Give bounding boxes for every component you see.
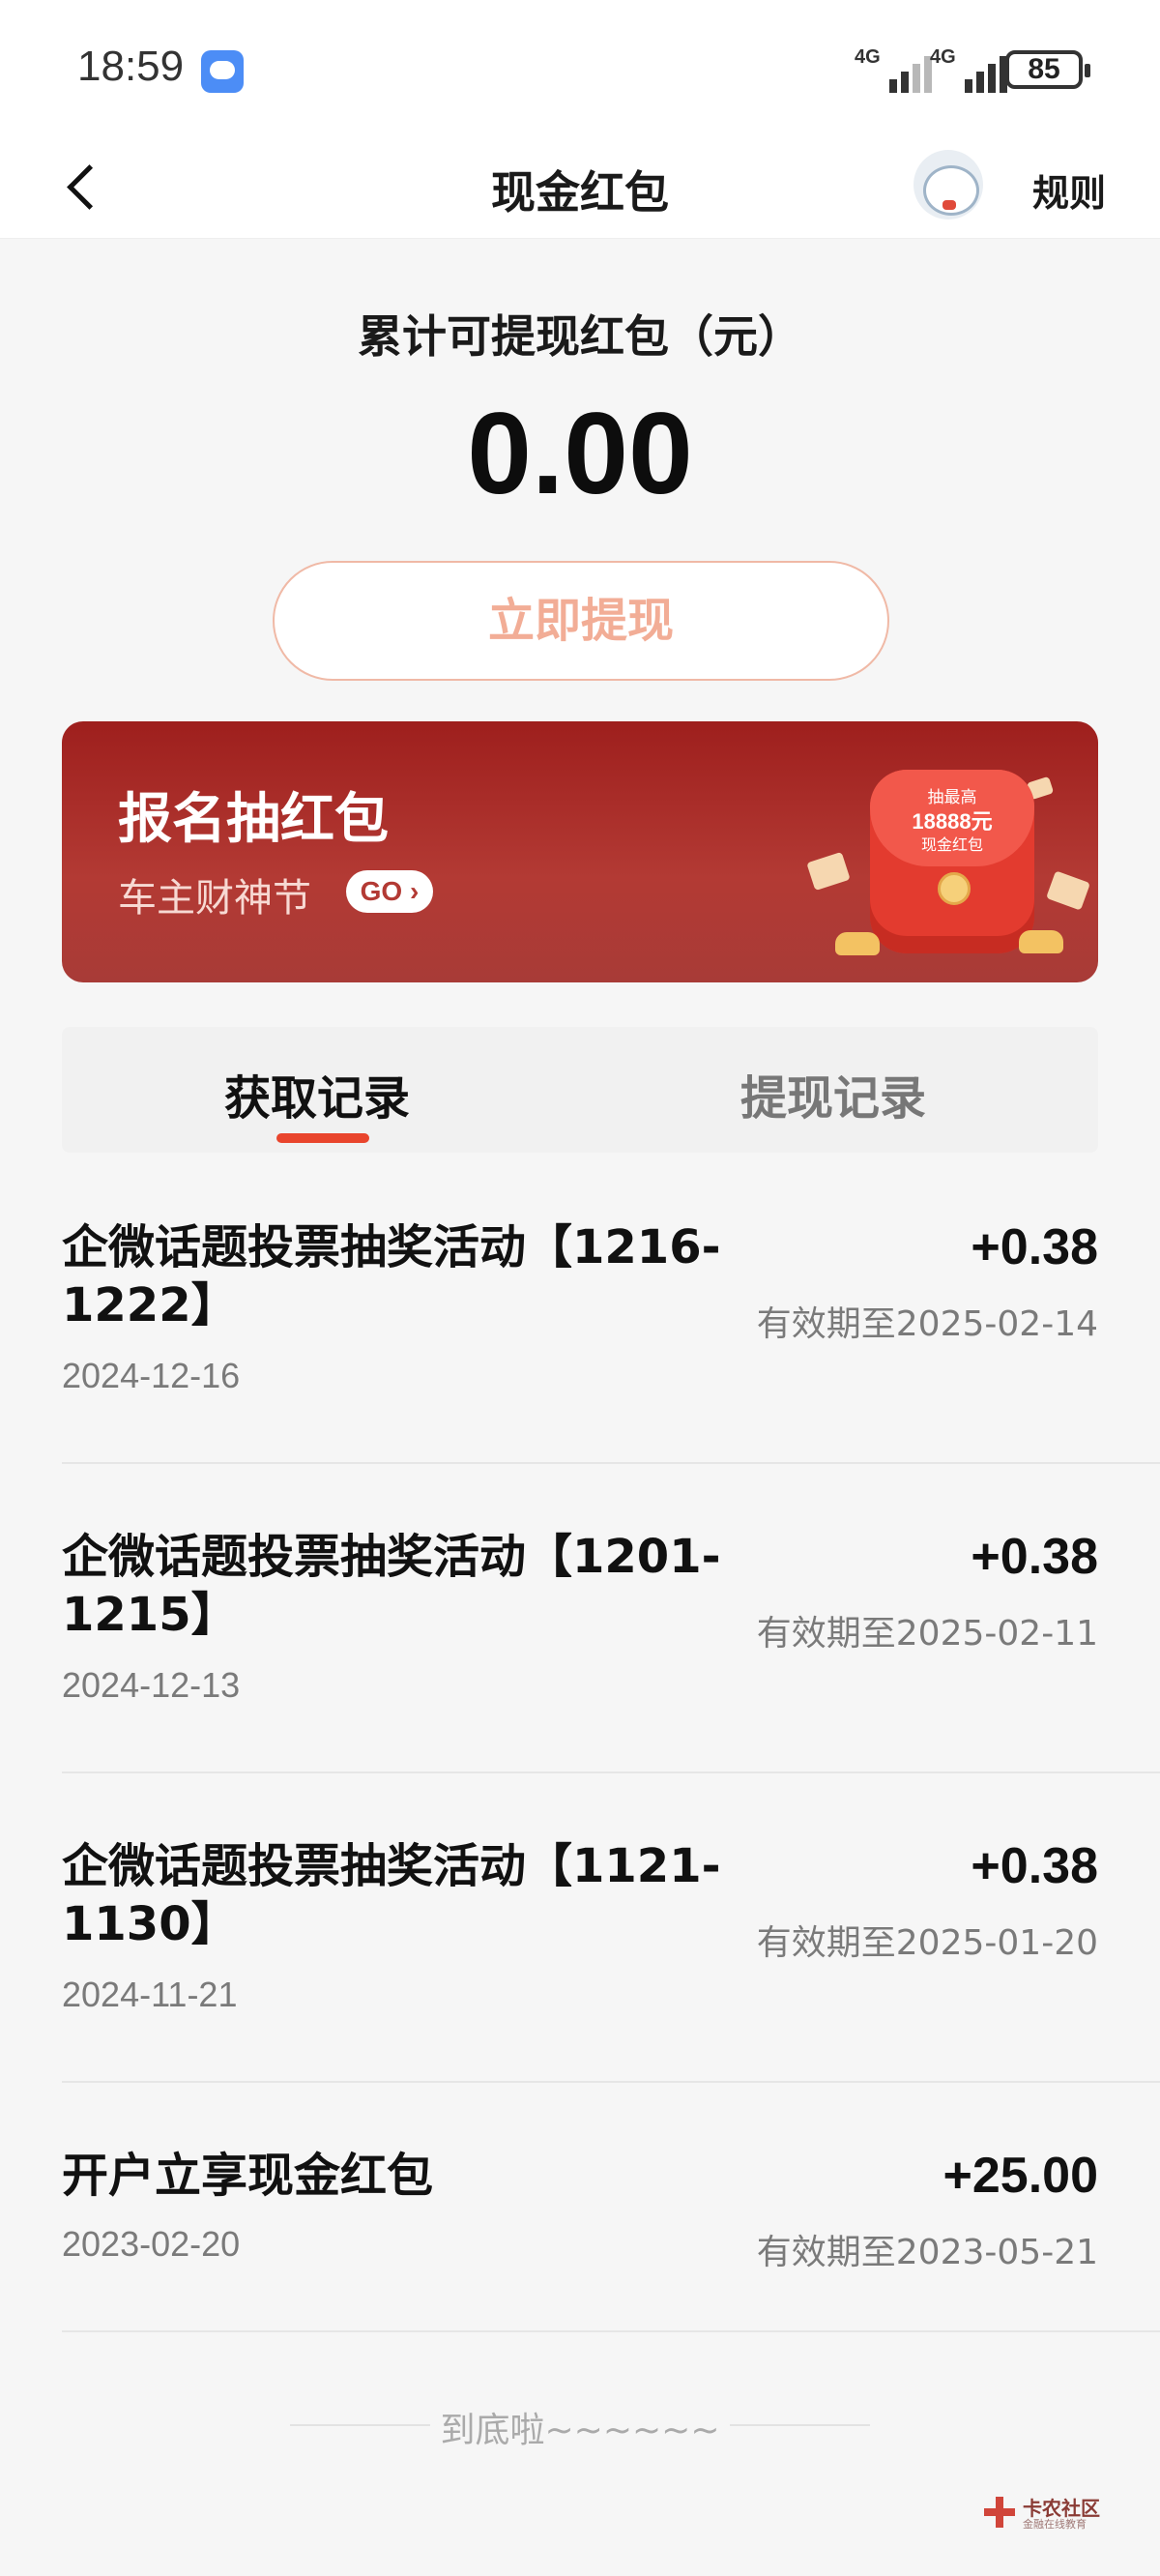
message-app-icon [201,50,244,93]
rules-link[interactable]: 规则 [1032,163,1106,217]
gold-ingot-icon [1019,930,1063,953]
nav-bar: 现金红包 规则 [0,140,1160,239]
envelope-decoration-icon [1046,870,1090,911]
envelope-text: 现金红包 [920,837,983,854]
withdrawable-label: 累计可提现红包（元） [358,310,802,363]
signal-icon: 4G [930,46,1007,93]
record-amount: +25.00 [942,2148,1099,2204]
record-title: 开户立享现金红包 [62,2149,434,2203]
go-button[interactable]: GO › [346,870,433,913]
signal-icon: 4G [855,46,932,93]
record-date: 2023-02-20 [62,2224,241,2264]
end-divider-right [730,2424,870,2426]
page-title: 现金红包 [491,166,669,219]
list-item[interactable]: 企微话题投票抽奖活动【1216-1222】 2024-12-16 +0.38 有… [62,1218,1160,1464]
signal-label: 4G [930,46,956,68]
record-date: 2024-12-13 [62,1665,241,1705]
record-amount: +0.38 [971,1838,1098,1894]
mascot-icon[interactable] [914,150,983,220]
list-item[interactable]: 企微话题投票抽奖活动【1201-1215】 2024-12-13 +0.38 有… [62,1528,1160,1773]
red-envelope-icon: 抽最高 18888元 现金红包 [870,770,1034,953]
record-expiry: 有效期至2025-01-20 [756,1923,1098,1963]
withdraw-now-button[interactable]: 立即提现 [273,561,889,681]
banner-subtitle: 车主财神节 [118,876,311,921]
record-title: 企微话题投票抽奖活动【1201-1215】 [62,1530,721,1642]
list-item[interactable]: 开户立享现金红包 2023-02-20 +25.00 有效期至2023-05-2… [62,2147,1160,2332]
record-title: 企微话题投票抽奖活动【1121-1130】 [62,1839,721,1951]
battery-indicator: 85 [1005,50,1090,89]
watermark: 卡农社区 金融在线教育 [984,2491,1110,2531]
tab-earned-records[interactable]: 获取记录 [224,1060,410,1127]
list-item[interactable]: 企微话题投票抽奖活动【1121-1130】 2024-11-21 +0.38 有… [62,1837,1160,2083]
end-of-list-text: 到底啦~~~~~~ [440,2411,720,2450]
record-expiry: 有效期至2023-05-21 [756,2233,1098,2272]
status-bar: 18:59 4G 4G 85 [0,0,1160,140]
withdrawable-amount: 0.00 [467,389,693,518]
banner-title: 报名抽红包 [118,788,389,851]
record-date: 2024-11-21 [62,1975,238,2014]
tab-withdraw-records[interactable]: 提现记录 [740,1060,926,1127]
watermark-tagline: 金融在线教育 [1023,2518,1087,2531]
status-time: 18:59 [77,43,185,90]
record-date: 2024-12-16 [62,1356,241,1395]
record-title: 企微话题投票抽奖活动【1216-1222】 [62,1220,721,1332]
signal-label: 4G [855,46,881,68]
gold-ingot-icon [835,932,880,955]
record-expiry: 有效期至2025-02-11 [756,1614,1098,1654]
active-tab-indicator [276,1133,369,1143]
coin-icon [938,872,971,905]
record-tabs: 获取记录 提现记录 [62,1027,1098,1153]
record-expiry: 有效期至2025-02-14 [756,1304,1098,1344]
go-label: GO [360,876,403,906]
envelope-decoration-icon [806,851,851,892]
record-amount: +0.38 [971,1529,1098,1585]
watermark-logo-icon [984,2497,1015,2528]
record-amount: +0.38 [971,1219,1098,1275]
promo-banner[interactable]: 报名抽红包 车主财神节 GO › 抽最高 18888元 现金红包 [62,721,1098,982]
